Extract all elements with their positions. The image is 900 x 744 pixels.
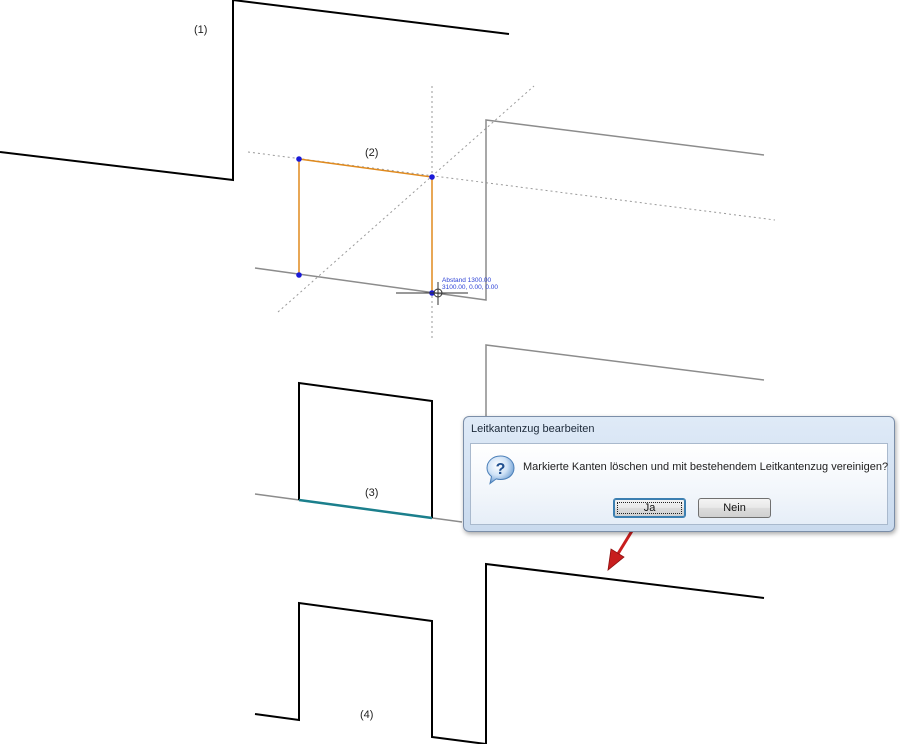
reference-edge-upper xyxy=(485,344,765,418)
reference-edge-chain xyxy=(254,119,765,301)
coordinate-tooltip-distance: Abstand 1300.00 xyxy=(442,277,492,284)
coordinate-tooltip-position: 3100.00, 0.00, 0.00 xyxy=(442,284,498,291)
step-label-1: (1) xyxy=(194,24,207,36)
new-edges-preview xyxy=(298,158,433,293)
step-label-4: (4) xyxy=(360,709,373,721)
no-button-label: Nein xyxy=(723,502,746,514)
dialog-message: Markierte Kanten löschen und mit bestehe… xyxy=(523,461,889,473)
vertex-point[interactable] xyxy=(296,272,302,278)
marked-edge[interactable] xyxy=(298,498,433,520)
confirm-dialog: Leitkantenzug bearbeiten ? Markierte Kan… xyxy=(463,416,895,532)
edge-chain-step-4: (4) xyxy=(254,562,765,744)
drawing-canvas[interactable]: (1) Abstand 1300.00 3100.00, 0.00, 0.00 … xyxy=(0,0,900,744)
edge-chain-step-2: Abstand 1300.00 3100.00, 0.00, 0.00 (2) xyxy=(247,85,776,338)
dialog-title: Leitkantenzug bearbeiten xyxy=(471,423,595,435)
vertex-point[interactable] xyxy=(429,174,435,180)
yes-button[interactable]: Ja xyxy=(613,498,686,518)
yes-button-label: Ja xyxy=(643,502,656,514)
step-label-3: (3) xyxy=(365,487,378,499)
guide-line-diagonal xyxy=(277,85,535,313)
vertex-point[interactable] xyxy=(296,156,302,162)
svg-text:?: ? xyxy=(496,461,506,478)
dialog-body: ? Markierte Kanten löschen und mit beste… xyxy=(470,443,888,525)
no-button[interactable]: Nein xyxy=(698,498,771,518)
question-icon: ? xyxy=(486,455,515,485)
step-label-2: (2) xyxy=(365,147,378,159)
